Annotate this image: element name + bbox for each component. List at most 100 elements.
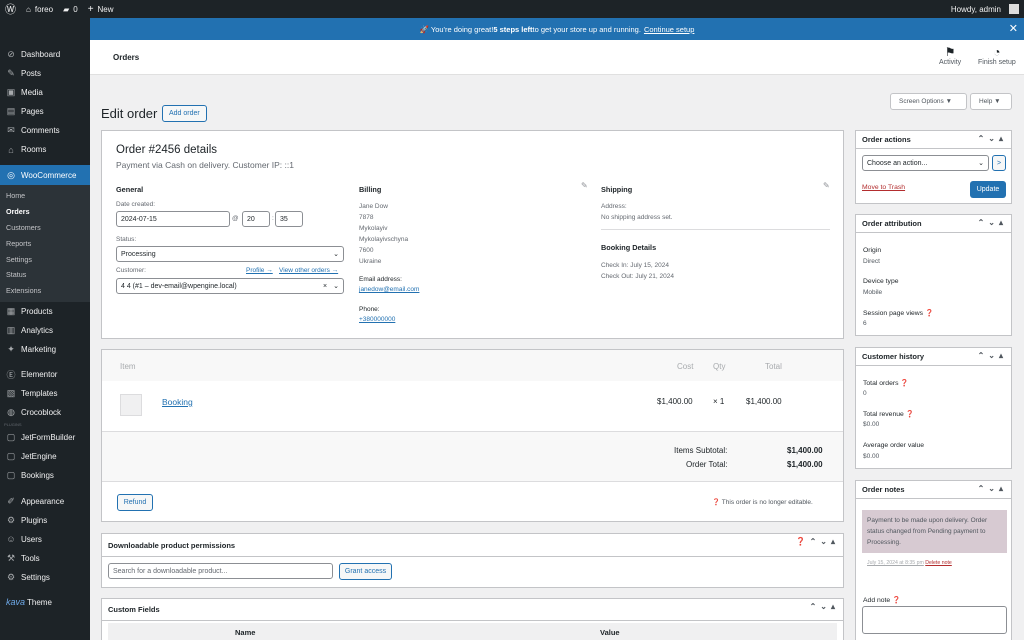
box-toggle-icons[interactable]: ⌃⌄▴ [978, 351, 1007, 360]
phone-link[interactable]: +380000000 [359, 316, 395, 323]
move-to-trash-link[interactable]: Move to Trash [862, 184, 905, 191]
sidebar-item-comments[interactable]: ✉ Comments [0, 121, 90, 140]
help-icon[interactable]: ❓ [925, 310, 933, 317]
sidebar-item-label: Theme [27, 597, 52, 607]
origin-value: Direct [863, 258, 880, 265]
sidebar-item-label: Posts [21, 69, 42, 78]
action-value: Choose an action... [867, 159, 928, 167]
grant-access-button[interactable]: Grant access [339, 563, 392, 580]
sidebar-item-jetengine[interactable]: ▢ JetEngine [0, 447, 90, 466]
billing-line: 7600 [359, 247, 374, 254]
menu-icon: kava [6, 597, 26, 608]
my-account-link[interactable]: Howdy, admin [946, 0, 1024, 18]
aov-value: $0.00 [863, 453, 880, 460]
menu-icon: ▢ [6, 431, 16, 442]
view-other-orders-link[interactable]: View other orders → [279, 267, 338, 274]
sidebar-item-pages[interactable]: ▤ Pages [0, 102, 90, 121]
billing-address: Jane Dow 7878 Mykolayiv Mykolayivschyna 7600… [359, 201, 408, 267]
submenu-reports[interactable]: Reports [0, 235, 90, 251]
edit-billing-icon[interactable]: ✎ [581, 181, 588, 190]
box-toggle-icons[interactable]: ⌃⌄▴ [978, 134, 1007, 143]
submenu-orders[interactable]: Orders [0, 204, 90, 220]
activity-button[interactable]: ⚑ Activity [939, 45, 961, 66]
sidebar-item-jetformbuilder[interactable]: ▢ JetFormBuilder [0, 428, 90, 447]
shipping-heading: Shipping [601, 185, 633, 194]
sidebar-item-rooms[interactable]: ⌂ Rooms [0, 140, 90, 159]
box-toggle-icons[interactable]: ⌃⌄▴ [810, 602, 839, 611]
sidebar-item-analytics[interactable]: ▥ Analytics [0, 321, 90, 340]
sidebar-item-crocoblock[interactable]: ◍ Crocoblock [0, 403, 90, 422]
sidebar-item-theme[interactable]: kava Theme [0, 593, 90, 612]
sidebar-item-appearance[interactable]: ✐ Appearance [0, 492, 90, 511]
add-order-button[interactable]: Add order [162, 105, 207, 122]
refund-button[interactable]: Refund [117, 494, 153, 511]
menu-icon: ✎ [7, 68, 15, 78]
submenu-status[interactable]: Status [0, 267, 90, 283]
submenu-home[interactable]: Home [0, 188, 90, 204]
submenu-settings[interactable]: Settings [0, 251, 90, 267]
customer-history-box: Customer history ⌃⌄▴ Total orders ❓ 0 Tot… [855, 347, 1012, 469]
site-name-link[interactable]: ⌂ foreo [21, 0, 58, 18]
download-search-input[interactable]: Search for a downloadable product... [108, 563, 333, 579]
help-icon[interactable]: ❓ [906, 411, 914, 418]
apply-action-button[interactable]: > [992, 155, 1006, 171]
add-note-text: Add note [863, 597, 891, 604]
menu-icon: ◍ [7, 406, 15, 417]
email-link[interactable]: janedow@email.com [359, 286, 419, 293]
admin-sidebar: ⊘ Dashboard ✎ Posts ▣ Media ▤ Pages ✉ Comments ⌂ Ro… [0, 18, 90, 640]
submenu-customers[interactable]: Customers [0, 220, 90, 236]
sidebar-item-elementor[interactable]: Ⓔ Elementor [0, 365, 90, 384]
sidebar-item-products[interactable]: ▦ Products [0, 302, 90, 321]
finish-setup-button[interactable]: ◔ Finish setup [978, 45, 1016, 66]
clear-icon[interactable]: × [323, 283, 327, 290]
sidebar-item-templates[interactable]: ▧ Templates [0, 384, 90, 403]
sidebar-item-media[interactable]: ▣ Media [0, 83, 90, 102]
edit-shipping-icon[interactable]: ✎ [823, 181, 830, 190]
total-revenue-value: $0.00 [863, 421, 880, 428]
notes-header: Order notes ⌃⌄▴ [856, 481, 1011, 499]
status-select[interactable]: Processing ⌄ [116, 246, 344, 262]
item-total: $1,400.00 [746, 397, 782, 406]
close-icon[interactable]: ✕ [1009, 22, 1018, 35]
billing-line: Mykolayivschyna [359, 236, 409, 243]
sidebar-item-marketing[interactable]: ✦ Marketing [0, 340, 90, 359]
woocommerce-submenu: Home Orders Customers Reports Settings Status… [0, 185, 90, 302]
box-toggle-icons[interactable]: ❓⌃⌄▴ [796, 537, 839, 546]
profile-link[interactable]: Profile → [246, 267, 273, 274]
box-toggle-icons[interactable]: ⌃⌄▴ [978, 218, 1007, 227]
item-name-link[interactable]: Booking [162, 397, 193, 407]
new-content-link[interactable]: + New [83, 0, 119, 18]
home-icon: ⌂ [26, 4, 31, 14]
sidebar-item-bookings[interactable]: ▢ Bookings [0, 466, 90, 485]
add-note-textarea[interactable] [862, 606, 1007, 634]
wordpress-logo-icon[interactable]: Ⓦ [0, 0, 21, 18]
hour-input[interactable]: 20 [242, 211, 270, 227]
date-input[interactable]: 2024-07-15 [116, 211, 230, 227]
sidebar-item-label: Tools [21, 553, 40, 563]
sidebar-item-tools[interactable]: ⚒ Tools [0, 549, 90, 568]
delete-note-link[interactable]: Delete note [925, 560, 952, 566]
screen-options-button[interactable]: Screen Options ▼ [890, 93, 967, 110]
site-name: foreo [34, 4, 54, 14]
sidebar-item-settings[interactable]: ⚙ Settings [0, 568, 90, 587]
action-select[interactable]: Choose an action... ⌄ [862, 155, 989, 171]
session-views-value: 6 [863, 320, 867, 327]
help-button[interactable]: Help ▼ [970, 93, 1012, 110]
sidebar-item-dashboard[interactable]: ⊘ Dashboard [0, 45, 90, 64]
sidebar-item-woocommerce[interactable]: ◎ WooCommerce [0, 165, 90, 185]
box-toggle-icons[interactable]: ⌃⌄▴ [978, 484, 1007, 493]
customer-select[interactable]: 4 4 (#1 – dev-email@wpengine.local) × ⌄ [116, 278, 344, 294]
chevron-down-icon: ⌄ [333, 251, 339, 258]
sidebar-item-users[interactable]: ☺ Users [0, 530, 90, 549]
sidebar-item-posts[interactable]: ✎ Posts [0, 64, 90, 83]
update-button[interactable]: Update [970, 181, 1006, 198]
continue-setup-link[interactable]: Continue setup [644, 25, 694, 34]
help-icon[interactable]: ❓ [900, 380, 908, 387]
value-column: Value [600, 628, 620, 637]
comments-link[interactable]: ▰ 0 [58, 0, 83, 18]
sidebar-item-plugins[interactable]: ⚙ Plugins [0, 511, 90, 530]
menu-icon: Ⓔ [6, 369, 16, 380]
help-icon[interactable]: ❓ [892, 597, 900, 604]
submenu-extensions[interactable]: Extensions [0, 283, 90, 299]
minute-input[interactable]: 35 [275, 211, 303, 227]
